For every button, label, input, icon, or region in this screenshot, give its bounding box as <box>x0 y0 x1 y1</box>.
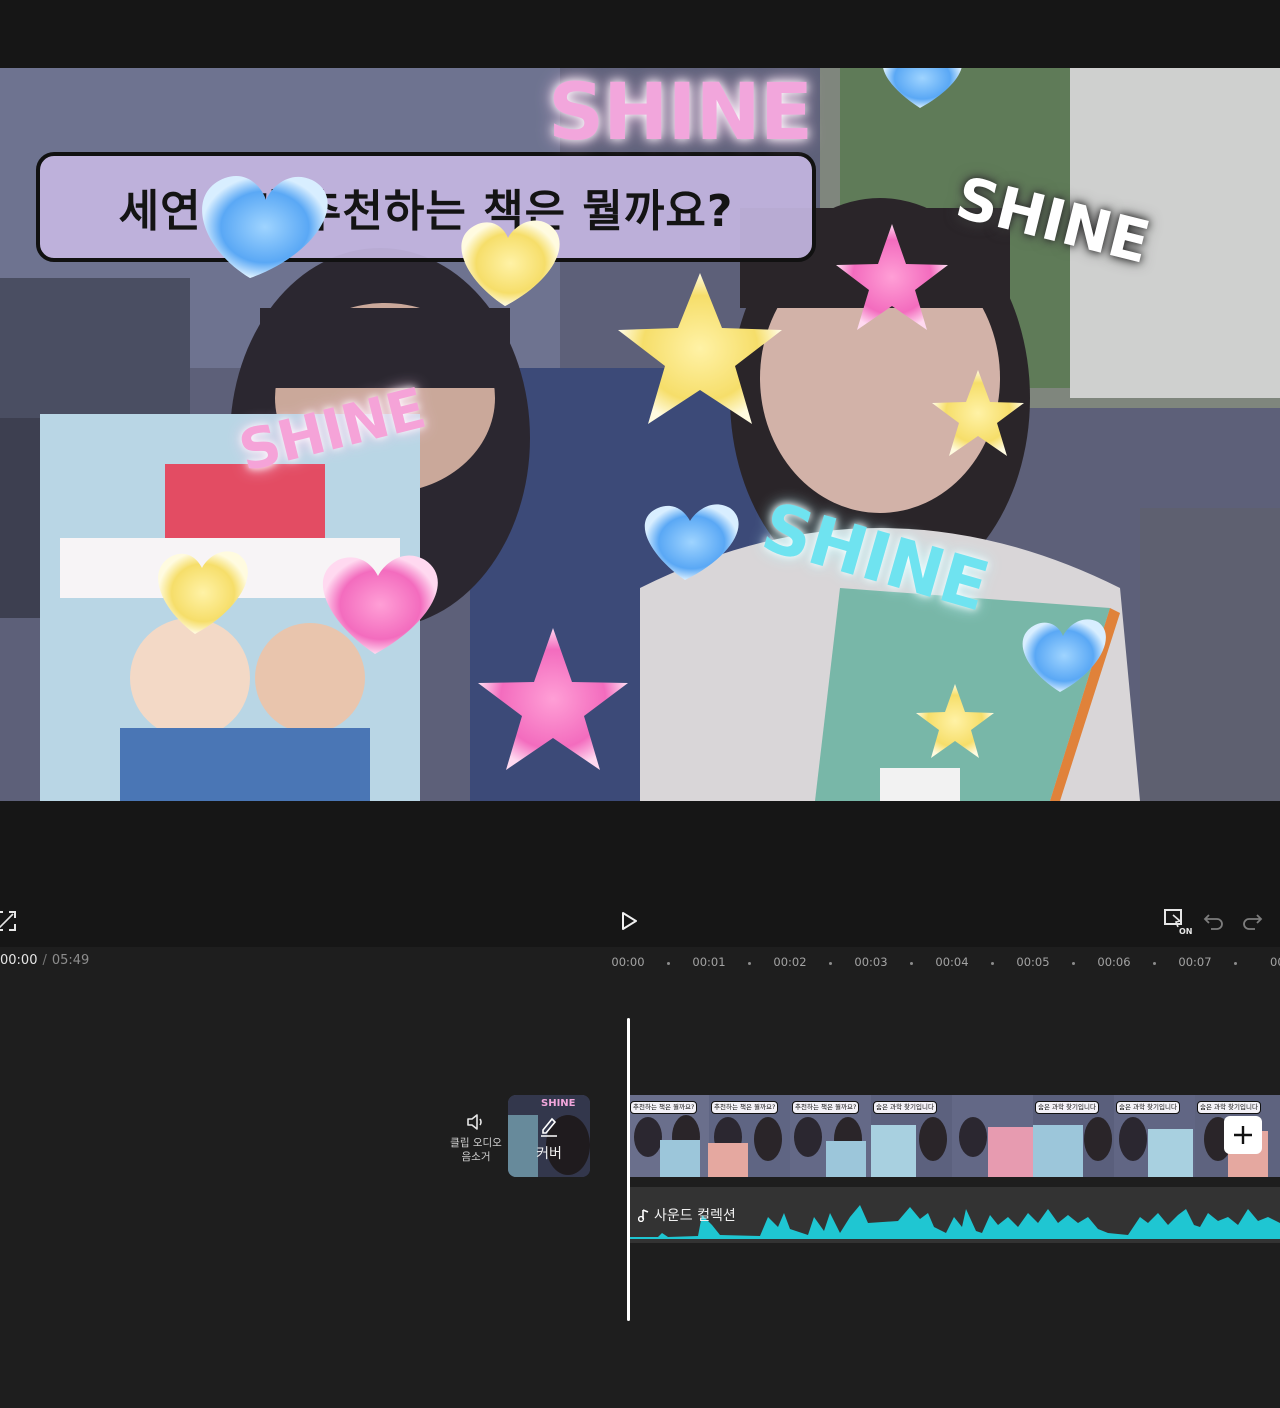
ruler-label: 00:02 <box>773 955 807 969</box>
ruler-label: 00:0 <box>1270 955 1280 969</box>
caption-stickers <box>202 176 560 306</box>
ruler-tick <box>829 962 832 965</box>
top-bar <box>0 0 1280 68</box>
timeline-editor: 00:00 / 05:49 00:00 00:01 00:02 00:03 00:0… <box>0 947 1280 1408</box>
pencil-icon <box>541 1117 557 1137</box>
mute-label: 클립 오디오 음소거 <box>450 1137 502 1163</box>
frame-caption: 숨은 과학 찾기입니다 <box>1197 1101 1261 1114</box>
frame-caption: 추천하는 책은 뭘까요? <box>711 1101 779 1114</box>
ruler-label: 00:07 <box>1178 955 1212 969</box>
add-clip-button[interactable] <box>1224 1116 1262 1154</box>
keyframe-button[interactable]: ON <box>1160 907 1194 935</box>
fullscreen-button[interactable] <box>0 907 20 935</box>
expand-icon <box>0 911 16 931</box>
playback-toolbar: ON <box>0 895 1280 947</box>
video-preview[interactable]: 세연이가 추천하는 책은 뭘까요? SHINE SHINE SHINE SHIN… <box>0 68 1280 801</box>
cover-label: 커버 <box>536 1146 562 1162</box>
ruler-label: 00:03 <box>854 955 888 969</box>
ruler-tick <box>1072 962 1075 965</box>
ruler-tick <box>910 962 913 965</box>
timecode: 00:00 / 05:49 <box>0 953 89 968</box>
audio-label: 사운드 컬렉션 <box>638 1205 736 1225</box>
undo-icon <box>1203 914 1223 930</box>
heart-sticker-yellow <box>461 220 560 306</box>
music-note-icon <box>638 1209 649 1222</box>
svg-text:ON: ON <box>1179 927 1192 935</box>
video-track[interactable]: 추천하는 책은 뭘까요? 추천하는 책은 뭘까요? 추천하는 책은 뭘까요? 숨… <box>628 1095 1280 1177</box>
redo-button[interactable] <box>1238 907 1266 935</box>
ruler-label: 00:01 <box>692 955 726 969</box>
total-duration: 05:49 <box>51 953 90 968</box>
svg-text:SHINE: SHINE <box>541 1098 576 1109</box>
play-icon <box>622 912 637 930</box>
play-button[interactable] <box>614 907 642 935</box>
ruler-tick <box>667 962 670 965</box>
frame-caption: 숨은 과학 찾기입니다 <box>1116 1101 1180 1114</box>
undo-button[interactable] <box>1200 907 1228 935</box>
frame-caption: 숨은 과학 찾기입니다 <box>873 1101 937 1114</box>
ruler-tick <box>1234 962 1237 965</box>
plus-icon <box>1234 1126 1252 1144</box>
ruler-label: 00:06 <box>1097 955 1131 969</box>
keyframe-on-icon: ON <box>1164 909 1192 935</box>
shine-sticker[interactable]: SHINE <box>548 68 813 158</box>
speaker-icon <box>467 1114 482 1130</box>
mute-clip-audio-button[interactable]: 클립 오디오 음소거 <box>448 1112 504 1172</box>
frame-caption: 숨은 과학 찾기입니다 <box>1035 1101 1099 1114</box>
frame-caption: 추천하는 책은 뭘까요? <box>630 1101 698 1114</box>
frame-caption: 추천하는 책은 뭘까요? <box>792 1101 860 1114</box>
cover-button[interactable]: SHINE 커버 <box>508 1095 590 1177</box>
audio-track[interactable]: 사운드 컬렉션 <box>628 1187 1280 1243</box>
heart-sticker-blue <box>202 176 328 278</box>
ruler-label: 00:00 <box>611 955 645 969</box>
ruler-tick <box>748 962 751 965</box>
playhead[interactable] <box>627 1018 630 1321</box>
redo-icon <box>1243 914 1263 930</box>
ruler-label: 00:05 <box>1016 955 1050 969</box>
ruler-tick <box>991 962 994 965</box>
ruler-tick <box>1153 962 1156 965</box>
current-time: 00:00 <box>0 953 38 968</box>
time-separator: / <box>42 953 47 968</box>
ruler-label: 00:04 <box>935 955 969 969</box>
